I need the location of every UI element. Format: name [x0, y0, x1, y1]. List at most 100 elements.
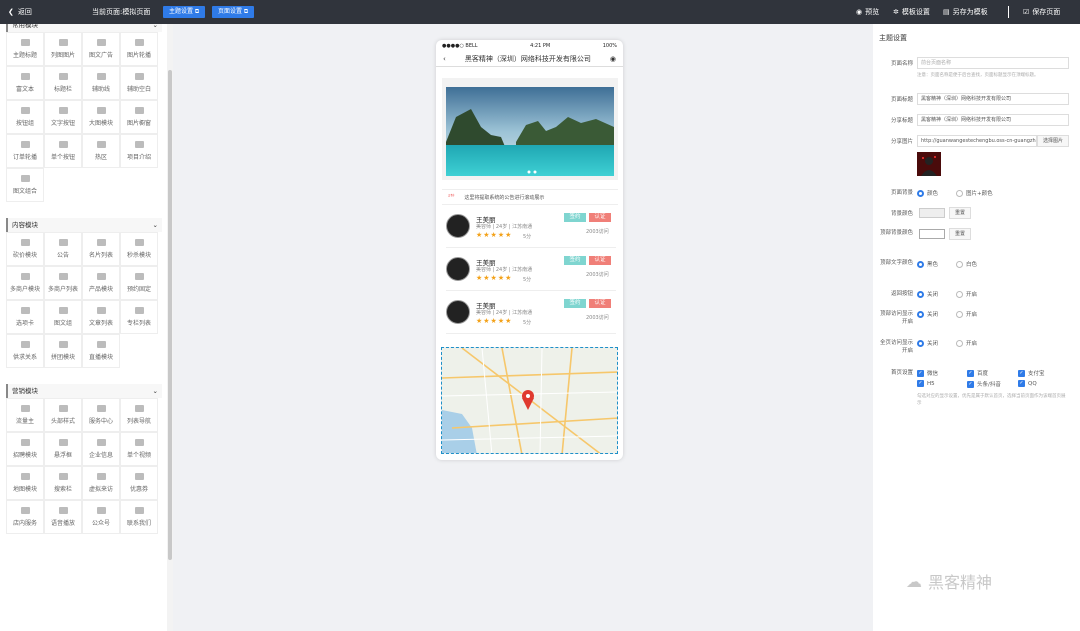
module-item[interactable]: 秒杀模块 — [120, 232, 158, 266]
module-icon — [134, 439, 144, 446]
module-item[interactable]: 店内服务 — [6, 500, 44, 534]
module-item[interactable]: 搜索栏 — [44, 466, 82, 500]
module-item[interactable]: 辅助线 — [82, 66, 120, 100]
module-item[interactable]: 优惠券 — [120, 466, 158, 500]
module-item[interactable]: 主题标题 — [6, 32, 44, 66]
module-item[interactable]: 项目介绍 — [120, 134, 158, 168]
preview-button[interactable]: ◉ 预览 — [856, 7, 879, 17]
save-as-template-button[interactable]: ▤ 另存为模板 — [943, 7, 988, 17]
module-item[interactable]: 公告 — [44, 232, 82, 266]
module-icon — [134, 405, 144, 412]
settings-panel: 主题设置 页面名称 前台页面名称 注意：页面名称是便于后台查找，页面标题显示在顶… — [873, 24, 1080, 631]
theme-settings-button[interactable]: 主题设置 ⧉ — [163, 6, 206, 18]
module-item[interactable]: 热区 — [82, 134, 120, 168]
module-item[interactable]: 辅助空白 — [120, 66, 158, 100]
module-item[interactable]: 虚拟来访 — [82, 466, 120, 500]
module-item[interactable]: 砍价模块 — [6, 232, 44, 266]
bgcolor-swatch[interactable] — [919, 208, 945, 218]
module-icon — [58, 239, 68, 246]
module-item[interactable]: 单个按钮 — [44, 134, 82, 168]
toptext-black-radio[interactable]: 黑色 — [917, 260, 938, 268]
module-item[interactable]: 富文本 — [6, 66, 44, 100]
module-item[interactable]: 多商户模块 — [6, 266, 44, 300]
module-item[interactable]: 列表导航 — [120, 398, 158, 432]
module-item[interactable]: 企业信息 — [82, 432, 120, 466]
profile-card[interactable]: 王美丽 美容师 | 24岁 | 江苏南通 ★★★★★ 5分 签约 认证 2003访问 — [446, 251, 616, 291]
toptrack-on-radio[interactable]: 开启 — [956, 310, 977, 318]
record-icon[interactable]: ◉ — [610, 55, 616, 63]
back-button[interactable]: ❮ 返回 — [8, 7, 32, 17]
module-item[interactable]: 直播模块 — [82, 334, 120, 368]
backbtn-off-radio[interactable]: 关闭 — [917, 290, 938, 298]
module-item[interactable]: 流量主 — [6, 398, 44, 432]
profile-card[interactable]: 王美丽 美容师 | 24岁 | 江苏南通 ★★★★★ 5分 签约 认证 2003访问 — [446, 208, 616, 248]
home-platform-checkbox[interactable]: ✓ 微信 — [917, 369, 938, 377]
map-module[interactable] — [441, 347, 618, 454]
module-item[interactable]: 悬浮框 — [44, 432, 82, 466]
alltrack-on-radio[interactable]: 开启 — [956, 339, 977, 347]
home-platform-checkbox[interactable]: ✓ 头条/抖音 — [967, 380, 1001, 388]
sidebar-scroll-thumb[interactable] — [168, 70, 172, 560]
backbtn-on-radio[interactable]: 开启 — [956, 290, 977, 298]
module-item[interactable]: 按钮组 — [6, 100, 44, 134]
home-platform-checkbox[interactable]: ✓ 支付宝 — [1018, 369, 1045, 377]
module-item[interactable]: 列图图片 — [44, 32, 82, 66]
notice-bar[interactable]: 🕬 这里将提取系统的公告进行滚动展示 — [442, 189, 618, 205]
module-item[interactable]: 选项卡 — [6, 300, 44, 334]
choose-image-button[interactable]: 选择图片 — [1037, 135, 1069, 147]
page-title-input[interactable]: 黑客精神（深圳）网络科技开发有限公司 — [917, 93, 1069, 105]
bgcolor-reset-button[interactable]: 重置 — [949, 207, 971, 219]
module-item[interactable]: 公众号 — [82, 500, 120, 534]
module-item[interactable]: 大图模块 — [82, 100, 120, 134]
module-item[interactable]: 产品模块 — [82, 266, 120, 300]
module-item[interactable]: 多商户列表 — [44, 266, 82, 300]
chevron-left-icon[interactable]: ‹ — [443, 55, 446, 63]
topbg-reset-button[interactable]: 重置 — [949, 228, 971, 240]
module-item[interactable]: 图文广告 — [82, 32, 120, 66]
module-item[interactable]: 语音播放 — [44, 500, 82, 534]
module-item[interactable]: 拼团模块 — [44, 334, 82, 368]
module-item[interactable]: 联系我们 — [120, 500, 158, 534]
bg-image-radio[interactable]: 图片+颜色 — [956, 189, 993, 197]
module-icon — [134, 107, 144, 114]
toptrack-off-radio[interactable]: 关闭 — [917, 310, 938, 318]
profile-card[interactable]: 王美丽 美容师 | 24岁 | 江苏南通 ★★★★★ 5分 签约 认证 2003访问 — [446, 294, 616, 334]
module-item[interactable]: 标题栏 — [44, 66, 82, 100]
home-platform-checkbox[interactable]: ✓ QQ — [1018, 380, 1037, 387]
module-item[interactable]: 招聘模块 — [6, 432, 44, 466]
module-item[interactable]: 图片轮播 — [120, 32, 158, 66]
toptext-white-radio[interactable]: 白色 — [956, 260, 977, 268]
module-item[interactable]: 预约固定 — [120, 266, 158, 300]
save-page-button[interactable]: ☑ 保存页面 — [1023, 7, 1060, 17]
module-item[interactable]: 图文组 — [44, 300, 82, 334]
module-item[interactable]: 专栏列表 — [120, 300, 158, 334]
module-item[interactable]: 文章列表 — [82, 300, 120, 334]
module-item[interactable]: 单个视频 — [120, 432, 158, 466]
page-settings-button[interactable]: 页面设置 ⧉ — [212, 6, 255, 18]
module-item[interactable]: 图文组合 — [6, 168, 44, 202]
module-item[interactable]: 图片橱窗 — [120, 100, 158, 134]
page-name-hint: 注意：页面名称是便于后台查找，页面标题显示在顶端标题。 — [917, 73, 1039, 78]
page-name-input[interactable]: 前台页面名称 — [917, 57, 1069, 69]
share-image-input[interactable]: http://guanwangestechengbu.oss-cn-guangz… — [917, 135, 1037, 147]
module-item[interactable]: 名片列表 — [82, 232, 120, 266]
module-item[interactable]: 订单轮播 — [6, 134, 44, 168]
module-item[interactable]: 头部样式 — [44, 398, 82, 432]
topbg-swatch[interactable] — [919, 229, 945, 239]
bg-color-radio[interactable]: 颜色 — [917, 189, 938, 197]
alltrack-off-radio[interactable]: 关闭 — [917, 339, 938, 347]
home-platform-checkbox[interactable]: ✓ 百度 — [967, 369, 988, 377]
template-settings-button[interactable]: ✲ 模板设置 — [893, 7, 930, 17]
home-platform-checkbox[interactable]: ✓ H5 — [917, 380, 935, 387]
module-item[interactable]: 文字按钮 — [44, 100, 82, 134]
module-item[interactable]: 供求关系 — [6, 334, 44, 368]
module-item[interactable]: 服务中心 — [82, 398, 120, 432]
module-icon — [58, 141, 68, 148]
module-group-header[interactable]: 内容模块 ⌄ — [6, 218, 162, 232]
share-title-input[interactable]: 黑客精神（深圳）网络科技开发有限公司 — [917, 114, 1069, 126]
module-icon — [58, 507, 68, 514]
module-group-header[interactable]: 营销模块 ⌄ — [6, 384, 162, 398]
module-group-header[interactable]: 常用模块 ⌄ — [6, 24, 162, 32]
banner-image[interactable] — [446, 87, 614, 176]
module-item[interactable]: 地图模块 — [6, 466, 44, 500]
